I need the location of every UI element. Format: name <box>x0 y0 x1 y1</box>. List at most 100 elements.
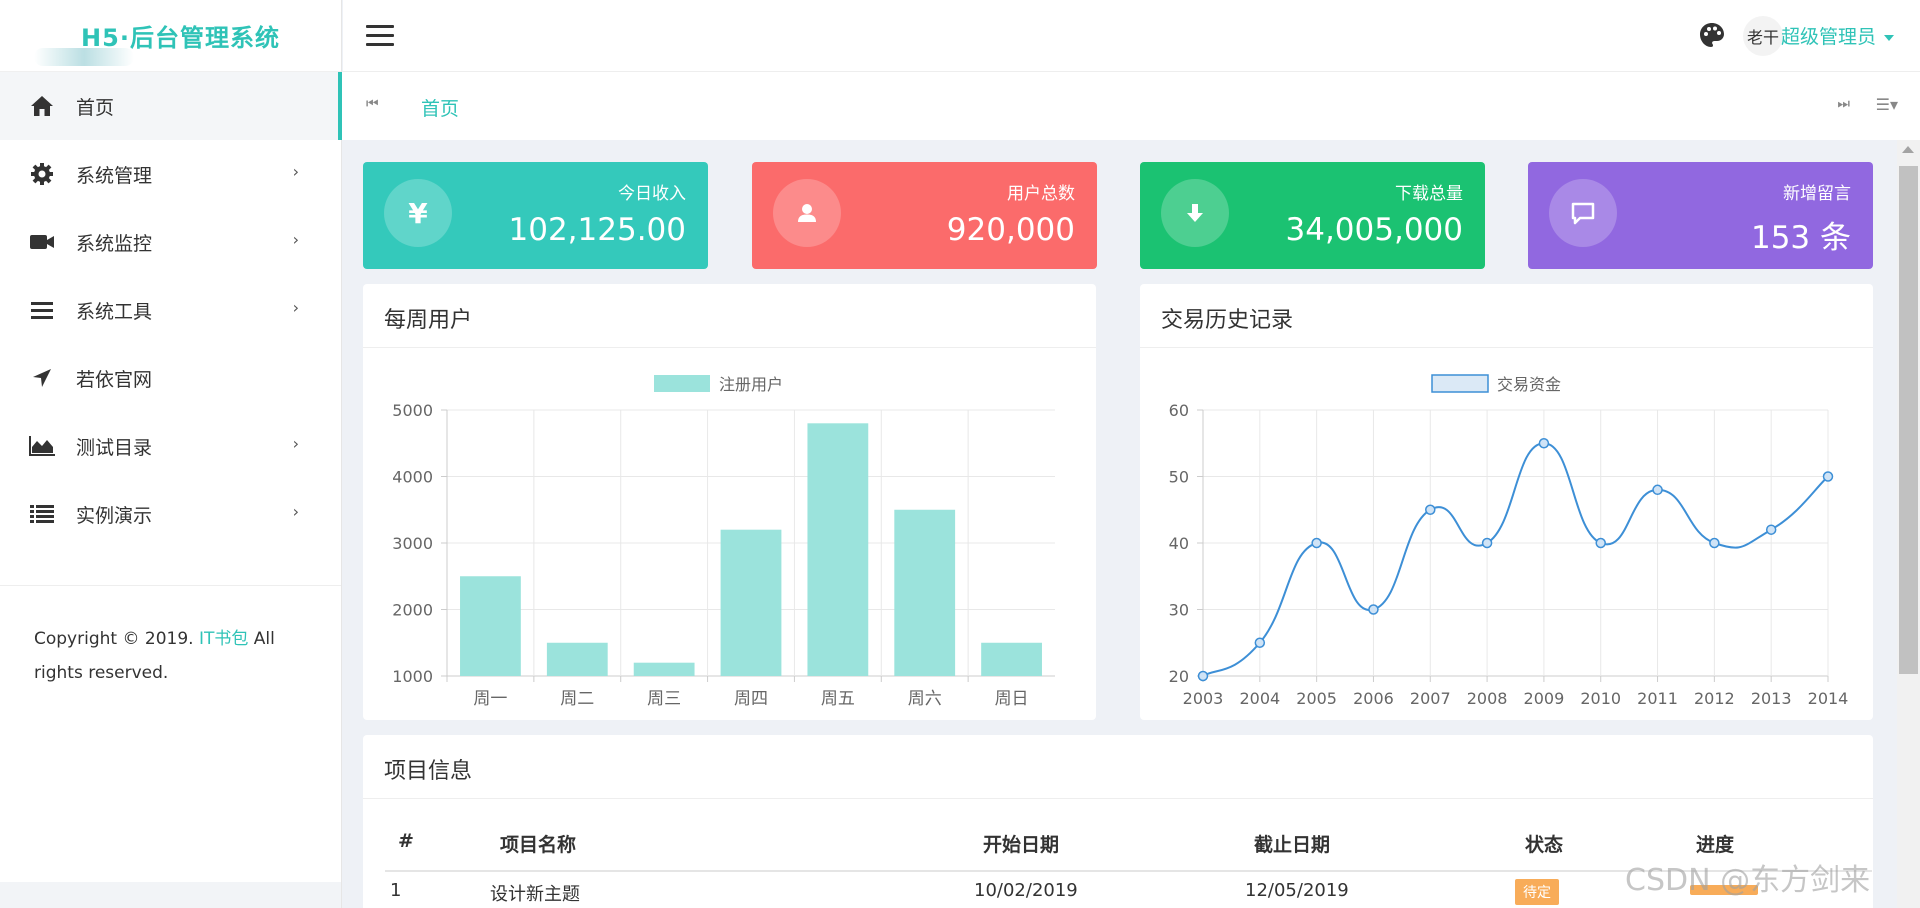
weekly-users-bar-chart: 1000 2000 3000 4000 5000 周一 周二 周三 周四 周五 周六 周日 注册用户 <box>392 375 1055 709</box>
sidebar-item-test-directory[interactable]: 测试目录 › <box>0 412 341 480</box>
x-tick-label: 周五 <box>821 689 855 709</box>
y-tick-label: 40 <box>1169 534 1189 553</box>
comment-icon <box>1549 179 1617 247</box>
table-header-progress: 进度 <box>1696 834 1735 856</box>
x-tick-label: 2007 <box>1410 689 1451 708</box>
table-cell-start: 10/02/2019 <box>974 880 1078 901</box>
table-header-name: 项目名称 <box>500 834 577 856</box>
logo[interactable]: H5·后台管理系统 <box>0 0 341 72</box>
x-tick-label: 2011 <box>1637 689 1678 708</box>
bar-周一 <box>460 576 521 676</box>
y-tick-label: 2000 <box>392 601 433 620</box>
stat-value: 102,125.00 <box>508 212 687 248</box>
series-line-交易资金 <box>1202 442 1829 677</box>
chevron-right-icon: › <box>292 162 299 181</box>
sidebar-item-system-management[interactable]: 系统管理 › <box>0 140 341 208</box>
table-header-end: 截止日期 <box>1254 834 1331 856</box>
palette-icon[interactable] <box>1699 22 1725 48</box>
stat-value: 34,005,000 <box>1285 212 1464 248</box>
y-tick-label: 4000 <box>392 468 433 487</box>
sidebar-item-home[interactable]: 首页 <box>0 72 341 140</box>
data-point-2011 <box>1652 484 1663 496</box>
watermark: CSDN @东方剑来 <box>1625 863 1871 898</box>
sidebar-item-system-tools[interactable]: 系统工具 › <box>0 276 341 344</box>
stat-label: 今日收入 <box>618 184 686 204</box>
data-point-2008 <box>1481 537 1493 549</box>
x-tick-label: 2006 <box>1353 689 1394 708</box>
table-header-start: 开始日期 <box>983 834 1060 856</box>
table-header-index: # <box>398 830 414 852</box>
sidebar-item-system-monitor[interactable]: 系统监控 › <box>0 208 341 276</box>
copyright-link[interactable]: IT书包 <box>199 629 248 649</box>
transaction-line-chart: 20 30 40 50 60 2003 2004 2005 2006 2007 2008 2009 20… <box>1169 374 1849 708</box>
sidebar-item-demos[interactable]: 实例演示 › <box>0 480 341 548</box>
sidebar-footer <box>0 882 341 908</box>
panel-divider <box>363 798 1873 799</box>
tabs-bar: ⏮ 首页 ⏭ ☰▾ <box>338 72 1920 140</box>
x-tick-label: 周三 <box>647 689 681 709</box>
data-point-2006 <box>1368 604 1379 615</box>
stat-value: 153 条 <box>1750 220 1851 256</box>
y-tick-label: 5000 <box>392 401 433 420</box>
stat-card-income[interactable]: ¥ 今日收入 102,125.00 <box>363 162 708 269</box>
table-header-status: 状态 <box>1525 834 1564 856</box>
x-tick-label: 2005 <box>1296 689 1337 708</box>
x-tick-label: 周一 <box>473 689 507 709</box>
chevron-right-icon: › <box>292 230 299 249</box>
bar-周四 <box>720 529 782 676</box>
y-tick-label: 60 <box>1169 401 1189 420</box>
copyright: Copyright © 2019. IT书包 All rights reserv… <box>34 622 304 690</box>
panel-weekly-users: 每周用户 1000 2000 3000 4000 5000 周一 周二 周三 周四 周五 周六 周日 注… <box>363 284 1096 720</box>
sidebar-item-label: 系统工具 <box>76 300 153 323</box>
table-cell-name: 设计新主题 <box>490 884 580 905</box>
location-arrow-icon <box>28 366 56 390</box>
list-icon <box>28 502 56 526</box>
user-icon <box>773 179 841 247</box>
stat-value: 920,000 <box>946 212 1075 248</box>
stat-card-users[interactable]: 用户总数 920,000 <box>752 162 1097 269</box>
area-chart-icon <box>28 434 56 458</box>
sidebar-item-label: 实例演示 <box>76 504 153 527</box>
scrollbar-thumb[interactable] <box>1899 166 1918 674</box>
y-tick-label: 50 <box>1169 468 1189 487</box>
video-camera-icon <box>28 230 56 254</box>
stat-card-downloads[interactable]: 下载总量 34,005,000 <box>1140 162 1485 269</box>
data-point-2007 <box>1425 504 1436 515</box>
stat-label: 下载总量 <box>1395 184 1463 204</box>
x-tick-label: 周六 <box>908 689 942 709</box>
legend-swatch <box>1431 374 1489 393</box>
chevron-right-icon: › <box>292 298 299 317</box>
avatar[interactable]: 老干 <box>1743 16 1783 56</box>
scroll-up-arrow-icon[interactable] <box>1902 146 1914 153</box>
x-tick-label: 2014 <box>1808 689 1849 708</box>
user-menu-dropdown[interactable]: 超级管理员 <box>1781 22 1894 49</box>
yen-icon: ¥ <box>384 179 452 247</box>
download-arrow-icon <box>1161 179 1229 247</box>
sidebar: H5·后台管理系统 首页 系统管理 › 系统监控 › 系统工具 › 若依官网 测… <box>0 0 342 908</box>
x-tick-label: 周二 <box>560 689 594 709</box>
tab-scroll-right-icon[interactable]: ⏭ <box>1837 96 1850 112</box>
panel-title: 项目信息 <box>384 759 473 784</box>
y-tick-label: 20 <box>1169 667 1189 686</box>
data-point-2003 <box>1197 670 1209 682</box>
x-tick-label: 2003 <box>1183 689 1224 708</box>
status-badge: 待定 <box>1515 879 1559 905</box>
sidebar-item-label: 测试目录 <box>76 436 153 459</box>
bar-周二 <box>546 642 608 676</box>
bars-icon <box>28 298 56 322</box>
tab-home[interactable]: 首页 <box>421 94 459 121</box>
bar-周六 <box>894 509 956 676</box>
data-point-2014 <box>1822 471 1834 482</box>
stat-card-messages[interactable]: 新增留言 153 条 <box>1528 162 1873 269</box>
menu-toggle-icon[interactable] <box>366 25 394 47</box>
sidebar-item-ruoyi-site[interactable]: 若依官网 <box>0 344 341 412</box>
tab-scroll-left-icon[interactable]: ⏮ <box>366 96 379 112</box>
x-tick-label: 2012 <box>1694 689 1735 708</box>
panel-title: 每周用户 <box>384 308 473 333</box>
bar-周五 <box>807 423 869 676</box>
x-tick-label: 2009 <box>1524 689 1565 708</box>
data-point-2009 <box>1538 438 1550 449</box>
legend-swatch <box>654 375 710 392</box>
top-navbar: 老干 超级管理员 <box>343 0 1920 72</box>
tab-options-icon[interactable]: ☰▾ <box>1876 95 1898 114</box>
